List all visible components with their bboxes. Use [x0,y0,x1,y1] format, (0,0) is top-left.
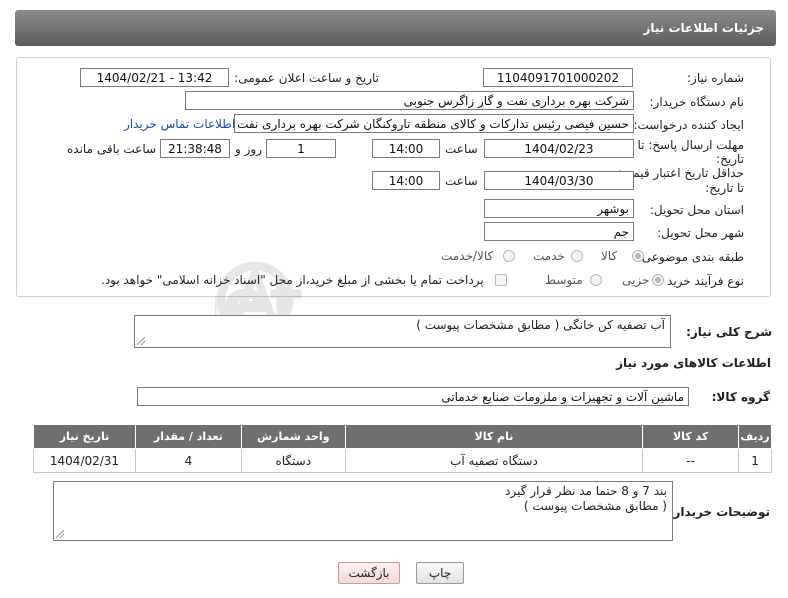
col-date: تاریخ نیاز [33,424,136,449]
goods-table-header: ردیف کد کالا نام کالا واحد شمارش تعداد /… [33,424,772,449]
validity-time-field: 14:00 [372,171,440,190]
process-option-medium: متوسط [545,273,583,287]
validity-time-label: ساعت [445,174,478,188]
category-option-both: کالا/خدمت [441,249,494,263]
process-option-minor: جزیی [622,273,650,287]
treasury-payment-checkbox[interactable] [495,274,507,286]
announce-field: 1404/02/21 - 13:42 [80,68,229,87]
announce-label: تاریخ و ساعت اعلان عمومی: [234,71,379,85]
buyer-org-label: نام دستگاه خریدار: [649,95,745,109]
resize-grip-icon[interactable] [56,530,64,538]
category-radio-goods[interactable] [632,250,644,262]
process-radio-minor[interactable] [652,274,664,286]
cell-qty: 4 [134,448,242,473]
summary-field: آب تصفیه کن خانگی ( مطابق مشخصات پیوست ) [134,315,671,348]
buyer-notes-line-1: بند 7 و 8 حتما مد نظر قرار گیرد [505,484,667,498]
remaining-label: ساعت باقی مانده [67,142,157,156]
category-radio-both[interactable] [503,250,515,262]
goods-table: ردیف کد کالا نام کالا واحد شمارش تعداد /… [33,424,772,473]
goods-group-field: ماشین آلات و تجهیزات و ملزومات صنایع خدم… [137,387,689,406]
province-label: استان محل تحویل: [649,203,744,217]
province-field: بوشهر [484,199,634,218]
deadline-date-field: 1404/02/23 [484,139,634,158]
need-number-field: 1104091701000202 [483,68,633,87]
cell-row: 1 [738,448,772,473]
category-label: طبقه بندی موضوعی: [637,250,744,264]
process-label: نوع فرآیند خرید : [659,274,744,288]
remaining-time-field: 21:38:48 [160,139,230,158]
buyer-notes-field: بند 7 و 8 حتما مد نظر قرار گیرد ( مطابق … [53,481,673,541]
creator-field: حسین فیضی رئیس تدارکات و کالای منطقه تار… [234,114,634,133]
col-qty: تعداد / مقدار [134,424,242,449]
validity-label: حداقل تاریخ اعتبار قیمت: [617,166,744,180]
summary-label: شرح کلی نیاز: [686,325,772,339]
buyer-notes-label: توضیحات خریدار: [668,505,770,519]
validity-date-label: تا تاریخ: [705,181,744,195]
contact-buyer-link[interactable]: اطلاعات تماس خریدار [124,117,235,131]
cell-code: -- [642,448,740,473]
deadline-date-label: تاریخ: [716,152,744,166]
category-radio-service[interactable] [571,250,583,262]
days-field: 1 [266,139,336,158]
deadline-time-label: ساعت [445,142,478,156]
buyer-org-field: شرکت بهره برداری نفت و گاز زاگرس جنوبی [185,91,634,110]
process-radio-medium[interactable] [590,274,602,286]
resize-grip-icon[interactable] [137,337,145,345]
category-option-goods: کالا [601,249,618,263]
summary-text: آب تصفیه کن خانگی ( مطابق مشخصات پیوست ) [416,318,665,332]
city-field: جم [484,222,634,241]
table-row: 1 -- دستگاه تصفیه آب دستگاه 4 1404/02/31 [33,448,772,473]
treasury-payment-note: پرداخت تمام یا بخشی از مبلغ خرید،از محل … [101,273,484,287]
goods-group-label: گروه کالا: [711,390,770,404]
need-number-label: شماره نیاز: [687,71,744,85]
page-title: جزئیات اطلاعات نیاز [643,21,764,35]
goods-section-title: اطلاعات کالاهای مورد نیاز [616,356,771,370]
col-row: ردیف [738,424,772,449]
back-button[interactable]: بازگشت [338,562,400,584]
deadline-label: مهلت ارسال پاسخ: تا [637,138,744,152]
page-header: جزئیات اطلاعات نیاز [15,10,776,46]
print-button[interactable]: چاپ [416,562,464,584]
creator-label: ایجاد کننده درخواست: [633,118,744,132]
buyer-notes-line-2: ( مطابق مشخصات پیوست ) [523,499,667,513]
col-code: کد کالا [642,424,740,449]
col-unit: واحد شمارش [240,424,346,449]
cell-name: دستگاه تصفیه آب [344,448,644,473]
deadline-time-field: 14:00 [372,139,440,158]
validity-date-field: 1404/03/30 [484,171,634,190]
cell-unit: دستگاه [240,448,346,473]
category-option-service: خدمت [533,249,565,263]
days-label: روز و [235,142,262,156]
cell-date: 1404/02/31 [33,448,136,473]
col-name: نام کالا [344,424,644,449]
city-label: شهر محل تحویل: [657,226,744,240]
